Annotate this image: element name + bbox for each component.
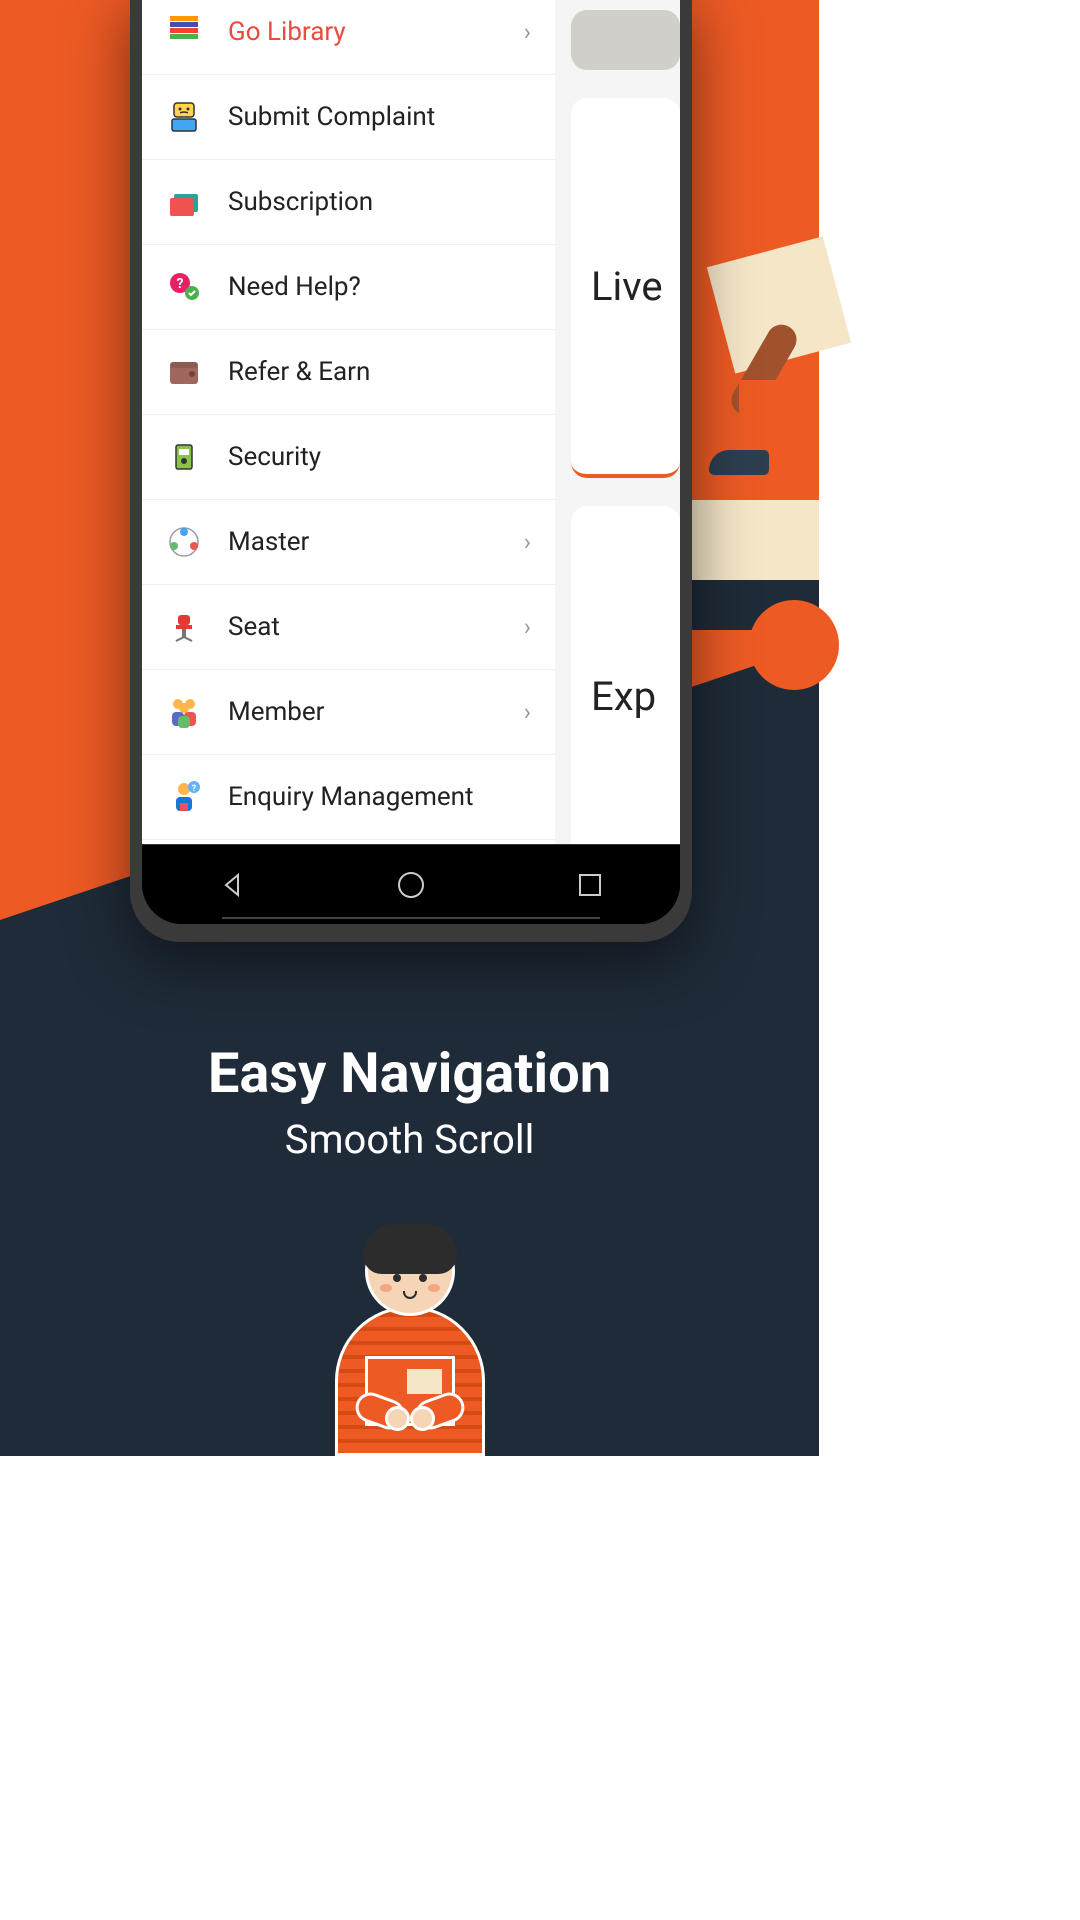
promo-title: Easy Navigation [0,1040,819,1106]
menu-label: Go Library [228,17,524,47]
navigation-drawer[interactable]: Go Library › Submit Complaint [142,0,555,844]
promo-subtitle: Smooth Scroll [0,1116,819,1163]
menu-item-enquiry-management[interactable]: ? Enquiry Management [142,755,555,840]
recent-apps-button[interactable] [572,867,608,903]
card-exp[interactable]: Exp [571,506,680,844]
main-content: Live Exp [555,0,680,844]
enquiry-icon: ? [166,779,202,815]
menu-label: Member [228,697,524,727]
wallet-icon [166,354,202,390]
home-button[interactable] [393,867,429,903]
menu-label: Enquiry Management [228,782,531,812]
menu-label: Refer & Earn [228,357,531,387]
menu-label: Submit Complaint [228,102,531,132]
chevron-right-icon: › [524,528,531,556]
menu-label: Master [228,527,524,557]
menu-item-refer-earn[interactable]: Refer & Earn [142,330,555,415]
back-button[interactable] [214,867,250,903]
complaint-icon [166,99,202,135]
chevron-right-icon: › [524,698,531,726]
books-icon [166,14,202,50]
card-image[interactable] [571,10,680,70]
promo-text: Easy Navigation Smooth Scroll [0,1040,819,1163]
svg-text:?: ? [177,276,184,292]
master-icon [166,524,202,560]
menu-label: Seat [228,612,524,642]
menu-item-seat[interactable]: Seat › [142,585,555,670]
menu-item-submit-complaint[interactable]: Submit Complaint [142,75,555,160]
chevron-right-icon: › [524,18,531,46]
seat-icon [166,609,202,645]
phone-frame: Go Library › Submit Complaint [130,0,692,942]
security-icon [166,439,202,475]
menu-item-master[interactable]: Master › [142,500,555,585]
phone-screen: Go Library › Submit Complaint [142,0,680,924]
menu-label: Need Help? [228,272,531,302]
menu-item-security[interactable]: Security [142,415,555,500]
card-live[interactable]: Live [571,98,680,478]
character-illustration [310,1226,510,1456]
menu-item-go-library[interactable]: Go Library › [142,0,555,75]
svg-text:?: ? [192,784,197,794]
background: Go Library › Submit Complaint [0,0,819,1456]
help-icon: ? [166,269,202,305]
chevron-right-icon: › [524,613,531,641]
menu-label: Security [228,442,531,472]
card-label: Live [591,263,663,310]
menu-item-subscription[interactable]: Subscription [142,160,555,245]
card-label: Exp [591,673,656,720]
member-icon [166,694,202,730]
menu-item-need-help[interactable]: ? Need Help? [142,245,555,330]
menu-item-member[interactable]: Member › [142,670,555,755]
folder-icon [166,184,202,220]
android-nav-bar [142,844,680,924]
menu-label: Subscription [228,187,531,217]
